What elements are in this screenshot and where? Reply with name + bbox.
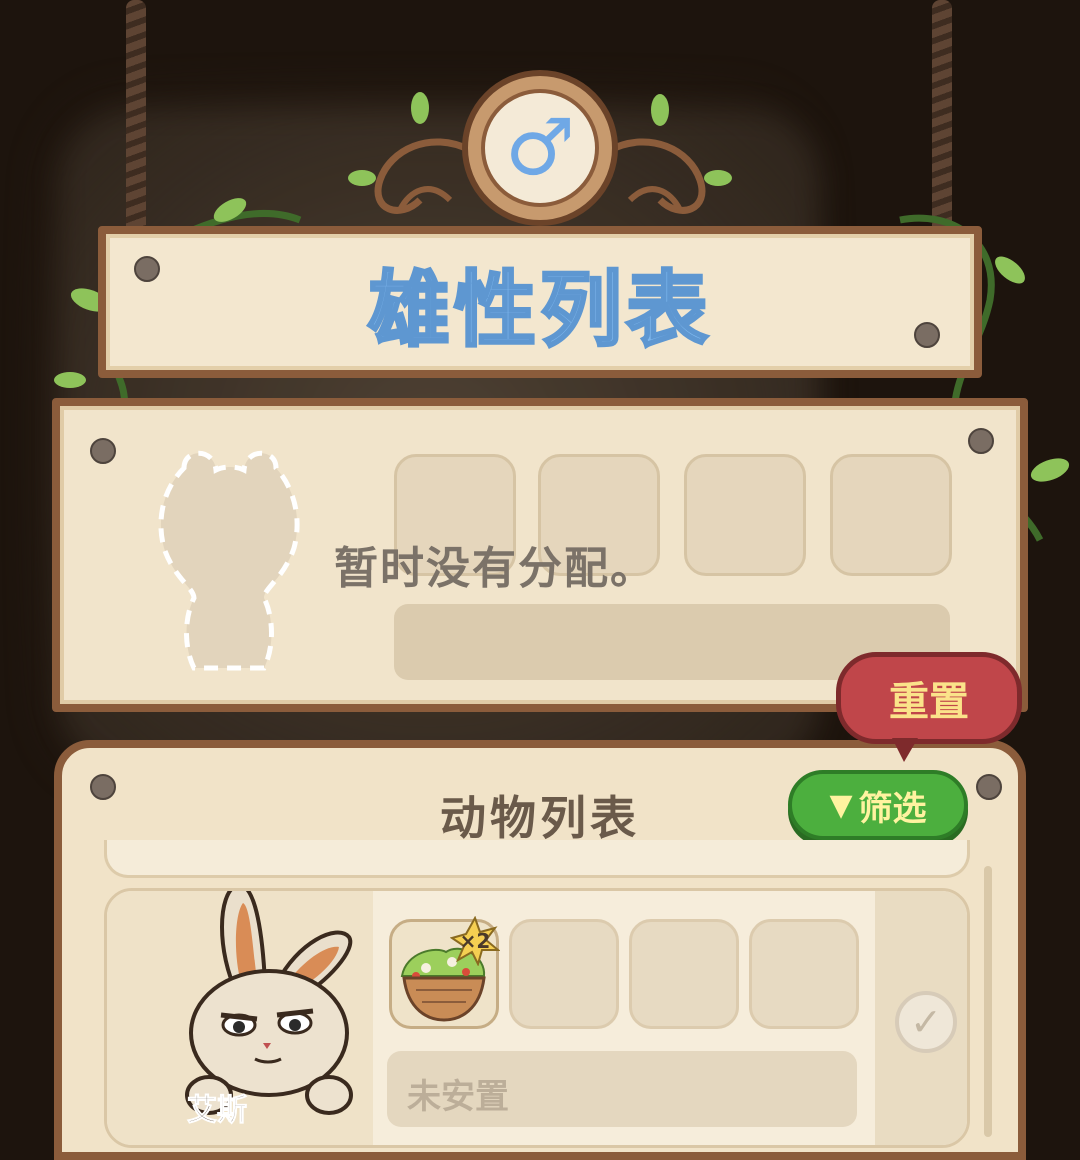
reset-button[interactable]: 重置	[836, 652, 1022, 744]
male-symbol-icon: ♂	[505, 103, 575, 193]
list-scrollbar[interactable]	[984, 866, 992, 1137]
assignment-slot	[684, 454, 806, 576]
nail-icon	[134, 256, 160, 282]
title-board: 雄性列表	[98, 226, 982, 378]
nail-icon	[90, 438, 116, 464]
select-checkmark-icon[interactable]: ✓	[895, 991, 957, 1053]
rope-right	[932, 0, 952, 240]
nail-icon	[914, 322, 940, 348]
empty-animal-silhouette-icon	[158, 450, 300, 671]
food-multiplier-badge: ×2	[450, 916, 500, 966]
empty-assignment-text: 暂时没有分配。	[334, 543, 656, 594]
food-slot: ×2	[389, 916, 500, 1029]
filter-button[interactable]: ▼ 筛选	[788, 770, 968, 840]
page-title: 雄性列表	[366, 261, 712, 359]
list-item-previous[interactable]	[104, 840, 970, 878]
filter-button-label: 筛选	[858, 788, 927, 829]
reset-bubble-tail	[892, 738, 918, 762]
multiplier-text: ×2	[459, 929, 491, 953]
funnel-icon: ▼	[829, 787, 853, 823]
placement-status: 未安置	[407, 1077, 509, 1117]
food-slot	[749, 919, 859, 1029]
gender-medallion: ♂	[462, 70, 618, 226]
assignment-slot	[830, 454, 952, 576]
animal-name: 艾斯	[187, 1093, 248, 1129]
food-slot	[509, 919, 619, 1029]
list-item-animal[interactable]: 艾斯 ×2 未安置 ✓	[104, 888, 970, 1148]
food-slot	[629, 919, 739, 1029]
nail-icon	[968, 428, 994, 454]
rope-left	[126, 0, 146, 250]
reset-button-label: 重置	[889, 679, 969, 725]
